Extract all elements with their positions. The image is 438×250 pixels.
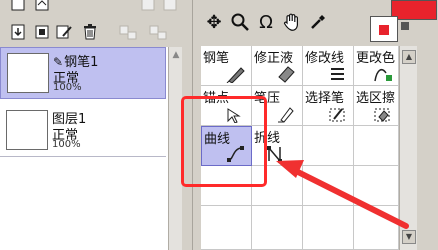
move-icon[interactable]: ✥ bbox=[203, 10, 225, 34]
tool-empty-slot bbox=[201, 206, 252, 250]
highlight-box bbox=[181, 96, 267, 187]
tool-pen[interactable]: 钢笔 bbox=[201, 46, 252, 86]
swap-colors-icon[interactable] bbox=[401, 22, 409, 30]
new-layer-set-icon[interactable] bbox=[32, 0, 52, 14]
tool-empty-slot bbox=[354, 206, 399, 250]
eraser-icon bbox=[278, 66, 295, 83]
layer-link-icon[interactable] bbox=[148, 22, 168, 42]
select-pen-icon bbox=[329, 108, 345, 122]
new-layer-icon[interactable] bbox=[8, 0, 28, 14]
layer-down-icon[interactable] bbox=[160, 0, 180, 14]
tool-empty-slot bbox=[303, 166, 354, 206]
delete-layer-icon[interactable] bbox=[80, 22, 100, 42]
transfer-down-icon[interactable] bbox=[8, 22, 28, 42]
polyline-icon bbox=[267, 146, 282, 163]
pen-icon bbox=[226, 67, 245, 83]
tool-empty-slot bbox=[303, 126, 354, 166]
hand-icon[interactable] bbox=[281, 10, 303, 34]
tool-recolor[interactable]: 更改色 bbox=[354, 46, 399, 86]
color-indicator bbox=[379, 25, 389, 35]
tool-eraser[interactable]: 修正液 bbox=[252, 46, 303, 86]
background-color-swatch[interactable] bbox=[370, 16, 398, 42]
layer-thumbnail bbox=[6, 110, 48, 150]
select-eraser-icon bbox=[374, 108, 390, 122]
layer-opacity: 100% bbox=[53, 82, 82, 93]
clear-layer-icon[interactable] bbox=[54, 22, 74, 42]
edit-line-icon bbox=[331, 68, 344, 80]
layer-panel: ✎钢笔1 正常 100% 图层1 正常 100% ▲ bbox=[0, 0, 192, 250]
layer-property-icon[interactable] bbox=[118, 22, 138, 42]
sai-window: ✎钢笔1 正常 100% 图层1 正常 100% ▲ ✥ Ω 钢笔 修正液 修改… bbox=[0, 0, 438, 250]
layer-row-pen1[interactable]: ✎钢笔1 正常 100% bbox=[0, 47, 166, 99]
tool-select-eraser[interactable]: 选区擦 bbox=[354, 86, 399, 126]
layer-list: ✎钢笔1 正常 100% 图层1 正常 100% bbox=[0, 47, 168, 250]
tool-empty-slot bbox=[354, 126, 399, 166]
eyedropper-icon[interactable] bbox=[307, 10, 329, 34]
tool-empty-slot bbox=[303, 206, 354, 250]
navigation-tools: ✥ Ω bbox=[203, 10, 329, 36]
layer-scrollbar[interactable]: ▲ bbox=[168, 47, 182, 250]
scroll-up-icon[interactable]: ▲ bbox=[402, 50, 416, 64]
pressure-icon bbox=[278, 107, 294, 123]
color-swatches bbox=[363, 0, 438, 44]
rotate-icon[interactable]: Ω bbox=[255, 10, 277, 34]
tool-scrollbar[interactable]: ▲ ▼ bbox=[399, 46, 417, 250]
layer-toolbar bbox=[0, 0, 192, 50]
layer-opacity: 100% bbox=[52, 139, 81, 150]
tool-empty-slot bbox=[252, 206, 303, 250]
recolor-icon bbox=[374, 68, 392, 82]
tool-edit-line[interactable]: 修改线 bbox=[303, 46, 354, 86]
layer-up-icon[interactable] bbox=[138, 0, 158, 14]
zoom-icon[interactable] bbox=[229, 10, 251, 34]
scroll-up-icon[interactable]: ▲ bbox=[170, 49, 182, 61]
layer-row-layer1[interactable]: 图层1 正常 100% bbox=[0, 105, 166, 157]
tool-empty-slot bbox=[354, 166, 399, 206]
tool-select-pen[interactable]: 选择笔 bbox=[303, 86, 354, 126]
scroll-down-icon[interactable]: ▼ bbox=[402, 230, 416, 244]
layer-thumbnail bbox=[7, 53, 49, 93]
merge-down-icon[interactable] bbox=[32, 22, 52, 42]
